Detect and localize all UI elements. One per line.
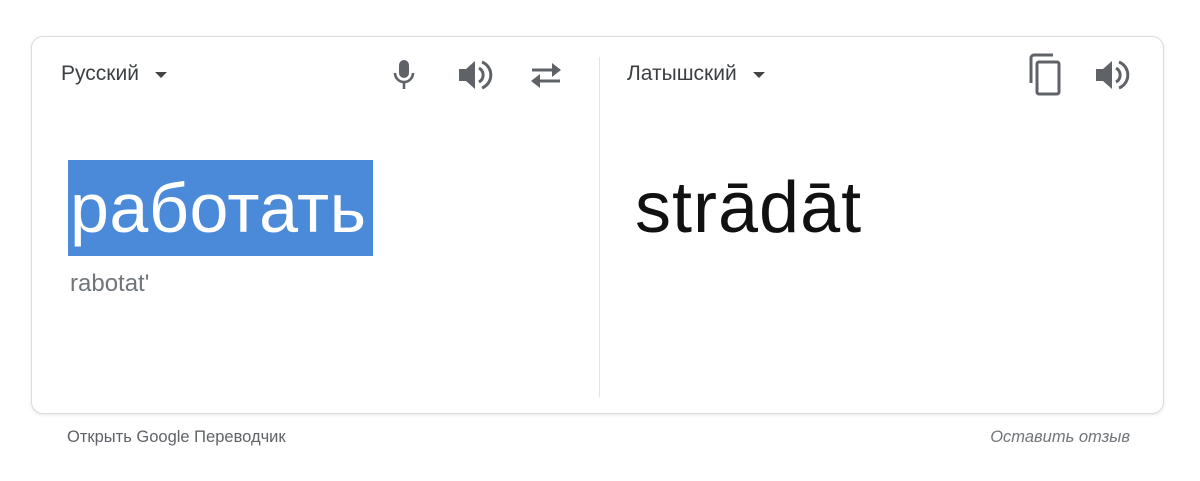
open-google-translate-link[interactable]: Открыть Google Переводчик [67,428,286,447]
column-divider [599,57,600,397]
target-language-label: Латышский [627,62,737,85]
translate-card: Русский Латышский работать rabotat' strā… [31,36,1164,414]
swap-languages-button[interactable] [526,55,566,95]
chevron-down-icon [154,72,167,78]
chevron-down-icon [752,72,765,78]
swap-icon [531,63,561,88]
copy-icon [1029,53,1061,96]
microphone-icon [393,60,415,89]
source-speaker-button[interactable] [455,55,495,95]
target-speaker-button[interactable] [1092,55,1132,95]
translation-text: strādāt [635,168,863,248]
source-language-select[interactable]: Русский [61,62,167,86]
feedback-link[interactable]: Оставить отзыв [990,428,1130,447]
copy-button[interactable] [1022,53,1066,97]
speaker-icon [1096,60,1130,90]
source-language-label: Русский [61,62,139,85]
transliteration: rabotat' [70,270,150,297]
target-language-select[interactable]: Латышский [627,62,765,86]
source-text[interactable]: работать [68,160,373,256]
microphone-button[interactable] [384,55,424,95]
speaker-icon [459,60,493,90]
source-input-area[interactable]: работать [68,160,373,256]
